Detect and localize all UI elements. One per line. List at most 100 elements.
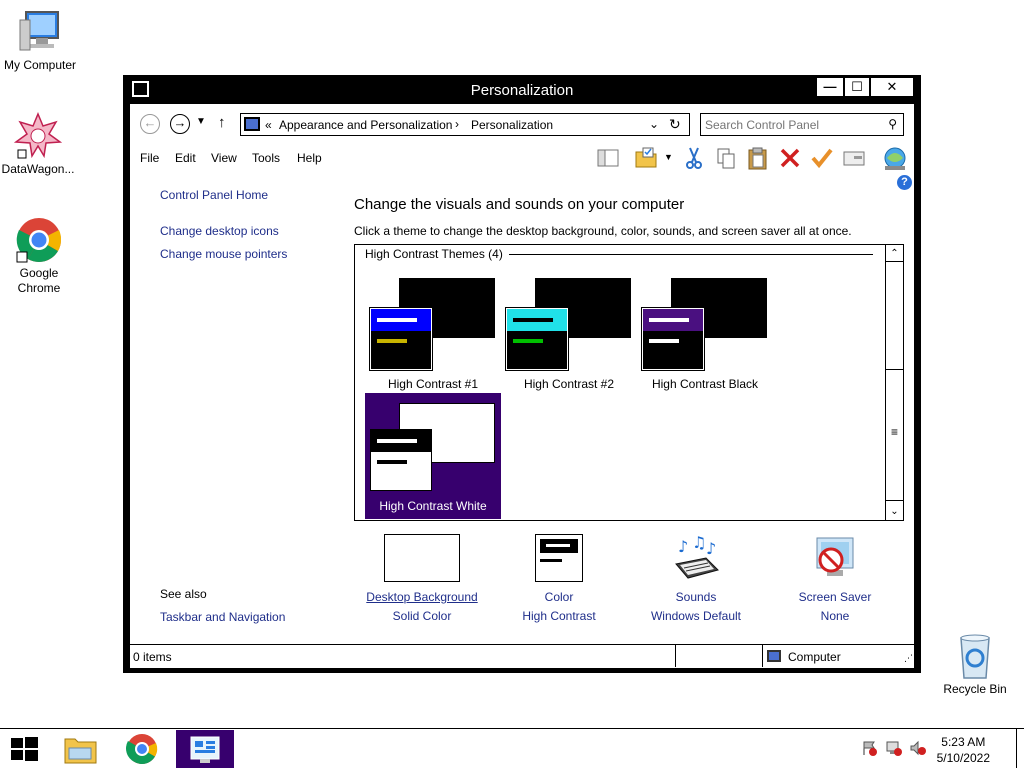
paste-icon[interactable] xyxy=(746,146,770,170)
page-heading: Change the visuals and sounds on your co… xyxy=(354,196,685,213)
system-clock[interactable]: 5:23 AM 5/10/2022 xyxy=(937,734,990,766)
desktop-icon-google-chrome[interactable]: Google Chrome xyxy=(0,216,79,296)
internet-globe-icon[interactable] xyxy=(882,146,906,170)
screen-saver-value: None xyxy=(820,609,850,623)
sounds-value: Windows Default xyxy=(650,609,742,623)
datawagon-icon xyxy=(13,112,63,160)
action-center-flag-icon[interactable] xyxy=(862,740,878,756)
folder-options-icon[interactable] xyxy=(634,146,658,170)
themes-scrollbar[interactable]: ⌃ ≡ ⌄ xyxy=(885,245,903,520)
cut-icon[interactable] xyxy=(682,146,706,170)
windows-logo-icon xyxy=(11,737,38,761)
status-bar: 0 items Computer ⋰ xyxy=(130,644,914,667)
minimize-button[interactable]: — xyxy=(816,77,844,97)
properties-check-icon[interactable] xyxy=(810,146,834,170)
computer-icon xyxy=(16,8,64,56)
screen-saver-item[interactable]: Screen Saver None xyxy=(765,534,905,623)
desktop-icon-datawagon[interactable]: DataWagon... xyxy=(0,112,78,177)
theme-high-contrast-1[interactable]: High Contrast #1 xyxy=(365,255,501,391)
theme-preview-front xyxy=(369,307,433,371)
theme-label: High Contrast #1 xyxy=(387,377,479,391)
theme-label: High Contrast White xyxy=(379,499,487,513)
theme-high-contrast-2[interactable]: High Contrast #2 xyxy=(501,255,637,391)
scroll-thumb[interactable]: ≡ xyxy=(886,369,903,501)
desktop-background-link[interactable]: Desktop Background xyxy=(352,590,492,604)
resize-grip-icon[interactable]: ⋰ xyxy=(904,653,913,664)
scroll-up-icon[interactable]: ⌃ xyxy=(886,245,903,262)
desktop-icon-recycle-bin[interactable]: Recycle Bin xyxy=(935,632,1015,697)
menu-file[interactable]: File xyxy=(140,151,159,165)
help-icon[interactable]: ? xyxy=(897,175,912,190)
taskbar-file-explorer[interactable] xyxy=(52,730,108,768)
forward-button[interactable]: → xyxy=(170,114,190,134)
color-link[interactable]: Color xyxy=(489,590,629,604)
file-explorer-icon xyxy=(64,738,97,764)
svg-text:♪: ♪ xyxy=(706,539,716,558)
menu-view[interactable]: View xyxy=(211,151,237,165)
theme-high-contrast-white[interactable]: High Contrast White xyxy=(365,393,501,519)
search-input[interactable] xyxy=(705,116,875,133)
svg-text:♪: ♪ xyxy=(678,537,688,556)
network-icon[interactable] xyxy=(886,740,902,756)
status-location: Computer xyxy=(788,650,841,664)
screen-saver-link[interactable]: Screen Saver xyxy=(765,590,905,604)
see-also-heading: See also xyxy=(160,587,207,601)
theme-label: High Contrast Black xyxy=(651,377,759,391)
search-icon[interactable]: ⚲ xyxy=(888,117,897,131)
desktop-icon-my-computer[interactable]: My Computer xyxy=(0,8,80,73)
clock-time: 5:23 AM xyxy=(941,735,986,749)
svg-text:♫: ♫ xyxy=(692,534,706,552)
up-arrow-icon[interactable]: ↑ xyxy=(218,114,226,131)
page-subtitle: Click a theme to change the desktop back… xyxy=(354,224,852,238)
close-button[interactable]: ✕ xyxy=(870,77,914,97)
taskbar-navigation-link[interactable]: Taskbar and Navigation xyxy=(160,610,285,624)
menu-help[interactable]: Help xyxy=(297,151,322,165)
status-divider xyxy=(762,645,763,667)
copy-icon[interactable] xyxy=(714,146,738,170)
desktop-background-item[interactable]: Desktop Background Solid Color xyxy=(352,534,492,623)
address-dropdown-icon[interactable]: ⌄ xyxy=(649,117,659,131)
menu-edit[interactable]: Edit xyxy=(175,151,196,165)
desktop-icon-label: My Computer xyxy=(3,58,77,72)
change-desktop-icons-link[interactable]: Change desktop icons xyxy=(160,224,279,238)
recent-pages-dropdown-icon[interactable]: ▼ xyxy=(196,116,206,127)
volume-muted-icon[interactable] xyxy=(910,740,926,756)
status-item-count: 0 items xyxy=(133,650,172,664)
breadcrumb-prefix: « xyxy=(265,118,272,132)
maximize-button[interactable]: ☐ xyxy=(844,77,870,97)
status-divider xyxy=(675,645,676,667)
breadcrumb-personalization[interactable]: Personalization xyxy=(471,118,553,132)
color-window-icon xyxy=(535,534,583,582)
menu-tools[interactable]: Tools xyxy=(252,151,280,165)
address-bar[interactable]: « Appearance and Personalization › Perso… xyxy=(240,113,690,136)
sounds-item[interactable]: ♪ ♫ ♪ Sounds Windows Default xyxy=(626,533,766,623)
monitor-icon xyxy=(244,117,260,131)
delete-icon[interactable] xyxy=(778,146,802,170)
details-view-icon[interactable] xyxy=(842,146,866,170)
start-button[interactable] xyxy=(0,730,48,768)
solid-color-swatch-icon xyxy=(384,534,460,582)
control-panel-icon xyxy=(190,736,220,763)
layout-pane-icon[interactable] xyxy=(596,146,620,170)
scroll-down-icon[interactable]: ⌄ xyxy=(886,503,903,520)
breadcrumb-separator[interactable]: › xyxy=(455,117,459,131)
color-item[interactable]: Color High Contrast xyxy=(489,534,629,623)
window-title: Personalization xyxy=(470,82,574,99)
theme-preview-front xyxy=(370,429,432,491)
taskbar-google-chrome[interactable] xyxy=(114,730,170,768)
title-bar[interactable]: Personalization — ☐ ✕ xyxy=(124,76,920,104)
change-mouse-pointers-link[interactable]: Change mouse pointers xyxy=(160,247,287,261)
back-button[interactable]: ← xyxy=(140,114,160,134)
sounds-link[interactable]: Sounds xyxy=(626,590,766,604)
refresh-icon[interactable]: ↻ xyxy=(669,116,681,133)
control-panel-home-link[interactable]: Control Panel Home xyxy=(160,188,268,202)
theme-preview-front xyxy=(641,307,705,371)
breadcrumb-appearance[interactable]: Appearance and Personalization xyxy=(279,118,452,132)
screen-saver-icon xyxy=(809,534,861,582)
show-desktop-button[interactable] xyxy=(1016,729,1024,768)
toolbar-dropdown-icon[interactable]: ▼ xyxy=(664,152,673,162)
search-box[interactable]: ⚲ xyxy=(700,113,904,136)
window-content: ← → ▼ ↑ « Appearance and Personalization… xyxy=(130,104,914,668)
taskbar-control-panel[interactable] xyxy=(176,730,234,768)
theme-high-contrast-black[interactable]: High Contrast Black xyxy=(637,255,773,391)
